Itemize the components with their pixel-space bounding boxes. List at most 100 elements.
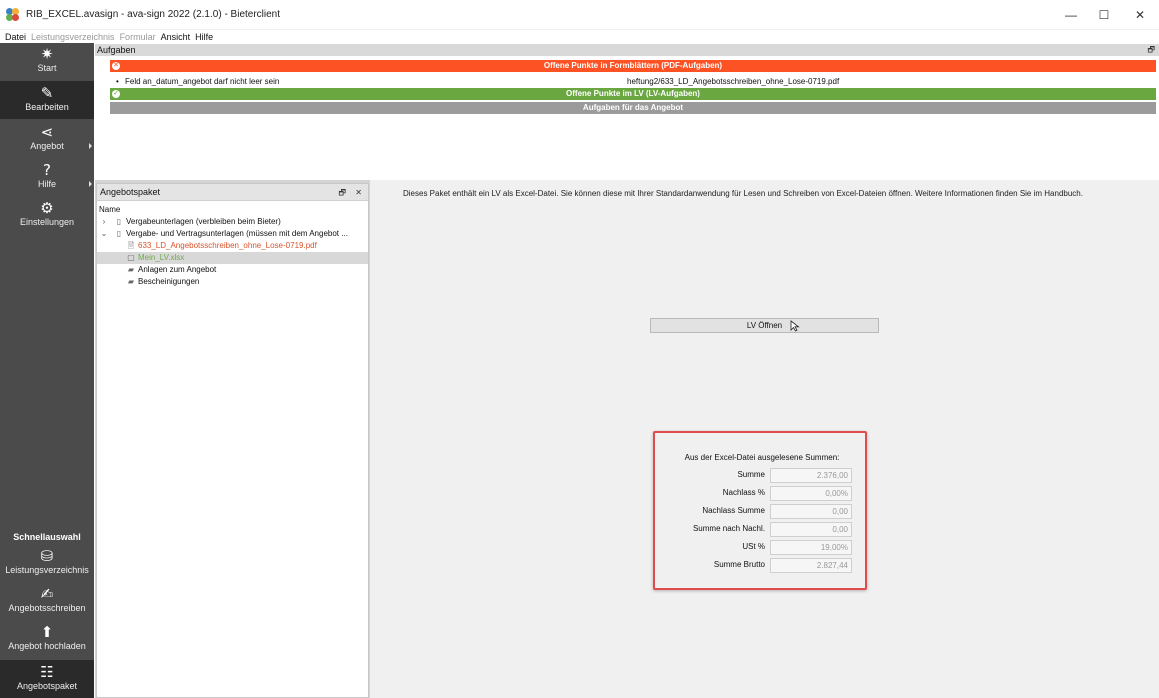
- nav-bearbeiten[interactable]: ✎ Bearbeiten: [0, 81, 94, 119]
- offer-tasks-label: Aufgaben für das Angebot: [582, 103, 684, 112]
- info-text: Dieses Paket enthält ein LV als Excel-Da…: [403, 189, 1083, 198]
- sum-value-field: 2.376,00: [770, 468, 852, 483]
- sum-label: Summe Brutto: [713, 560, 765, 569]
- help-icon: ?: [43, 161, 51, 179]
- task-file: heftung2/633_LD_Angebotsschreiben_ohne_L…: [627, 77, 840, 86]
- nav-label: Angebot: [30, 141, 64, 151]
- tree-icon: ☷: [40, 663, 54, 681]
- nav-angebot[interactable]: ⋖ Angebot: [0, 123, 94, 159]
- tree-node-anlagen[interactable]: ▰ Anlagen zum Angebot: [97, 264, 368, 276]
- upload-icon: ⬆: [40, 623, 54, 641]
- main-content: Dieses Paket enthält ein LV als Excel-Da…: [370, 180, 1159, 698]
- undock-icon[interactable]: 🗗: [338, 184, 346, 201]
- document-folder-icon: ▯: [116, 229, 122, 238]
- mouse-cursor-icon: [790, 320, 800, 332]
- quick-leistungsverzeichnis[interactable]: ⛁ Leistungsverzeichnis: [0, 547, 94, 583]
- menu-datei[interactable]: Datei: [5, 32, 26, 42]
- aufgaben-header: Aufgaben 🗗: [95, 44, 1159, 56]
- menu-leistungsverzeichnis[interactable]: Leistungsverzeichnis: [31, 32, 115, 42]
- close-button[interactable]: ✕: [1121, 0, 1159, 30]
- sums-title: Aus der Excel-Datei ausgelesene Summen:: [684, 453, 840, 462]
- offer-tasks-bar[interactable]: Aufgaben für das Angebot: [110, 102, 1156, 114]
- share-icon: ⋖: [40, 123, 54, 141]
- package-tree: Name › ▯ Vergabeunterlagen (verbleiben be…: [97, 201, 368, 288]
- tree-node-vergabeunterlagen[interactable]: › ▯ Vergabeunterlagen (verbleiben beim Bi…: [97, 216, 368, 228]
- sum-row-nachlass-summe: Nachlass Summe 0,00: [655, 504, 869, 519]
- nav-label: Einstellungen: [19, 217, 75, 227]
- nav-einstellungen[interactable]: ⚙ Einstellungen: [0, 199, 94, 235]
- folder-icon: ▰: [127, 277, 135, 286]
- lv-tasks-bar[interactable]: ✓ Offene Punkte im LV (LV-Aufgaben): [110, 88, 1156, 100]
- sum-value-field: 2.827,44: [770, 558, 852, 573]
- folder-icon: ▰: [127, 265, 135, 274]
- check-icon: ✓: [112, 90, 120, 98]
- nav-start[interactable]: ✷ Start: [0, 45, 94, 81]
- tree-node-label: Vergabeunterlagen (verbleiben beim Biete…: [126, 217, 281, 226]
- undock-icon[interactable]: 🗗: [1147, 44, 1155, 56]
- angebotspaket-panel: Angebotspaket 🗗 ✕ Name › ▯ Vergabeunterla…: [96, 183, 369, 698]
- error-icon: ✕: [112, 62, 120, 70]
- coins-icon: ⛁: [40, 547, 54, 565]
- sum-row-summe-brutto: Summe Brutto 2.827,44: [655, 558, 869, 573]
- lv-open-button[interactable]: LV Öffnen: [650, 318, 879, 333]
- chevron-down-icon[interactable]: ⌄: [99, 228, 109, 240]
- tree-node-label: Bescheinigungen: [138, 277, 200, 286]
- nav-label: Hilfe: [37, 179, 56, 189]
- chevron-right-icon[interactable]: ›: [99, 216, 109, 228]
- sum-label: Summe: [737, 470, 765, 479]
- quick-angebotspaket[interactable]: ☷ Angebotspaket: [0, 660, 94, 698]
- task-row[interactable]: • Feld an_datum_angebot darf nicht leer …: [110, 76, 1156, 88]
- window-title: RIB_EXCEL.avasign - ava-sign 2022 (2.1.0…: [26, 9, 281, 20]
- nav-label: Start: [37, 63, 57, 73]
- edit-document-icon: ✍: [40, 585, 54, 603]
- column-header: Name: [99, 205, 121, 214]
- file-icon: ▢: [127, 253, 135, 262]
- sum-row-summe-nach-nachlass: Summe nach Nachl. 0,00: [655, 522, 869, 537]
- sum-row-summe: Summe 2.376,00: [655, 468, 869, 483]
- sum-value-field: 0,00: [770, 504, 852, 519]
- nav-label: Bearbeiten: [25, 102, 69, 112]
- pdf-tasks-bar[interactable]: ✕ Offene Punkte in Formblättern (PDF-Auf…: [110, 60, 1156, 72]
- tree-node-label: Anlagen zum Angebot: [138, 265, 217, 274]
- quick-access-title: Schnellauswahl: [13, 532, 81, 542]
- sum-label: USt %: [742, 542, 765, 551]
- angebotspaket-title: Angebotspaket: [100, 187, 161, 197]
- tree-node-bescheinigungen[interactable]: ▰ Bescheinigungen: [97, 276, 368, 288]
- menu-hilfe[interactable]: Hilfe: [195, 32, 213, 42]
- nav-hilfe[interactable]: ? Hilfe: [0, 161, 94, 197]
- sum-row-ust: USt % 19,00%: [655, 540, 869, 555]
- pdf-file-icon: 🗎: [127, 241, 135, 250]
- pencil-icon: ✎: [40, 84, 54, 102]
- submenu-arrow-icon: [89, 143, 92, 149]
- quick-angebot-hochladen[interactable]: ⬆ Angebot hochladen: [0, 623, 94, 659]
- tree-node-pdf[interactable]: 🗎 633_LD_Angebotsschreiben_ohne_Lose-0719…: [97, 240, 368, 252]
- quick-angebotsschreiben[interactable]: ✍ Angebotsschreiben: [0, 585, 94, 621]
- tree-node-label: Vergabe- und Vertragsunterlagen (müssen …: [126, 229, 348, 238]
- aufgaben-panel: ✕ Offene Punkte in Formblättern (PDF-Auf…: [95, 56, 1159, 180]
- document-folder-icon: ▯: [116, 217, 122, 226]
- sum-value-field: 0,00: [770, 522, 852, 537]
- sum-value-field: 0,00%: [770, 486, 852, 501]
- angebotspaket-header: Angebotspaket 🗗 ✕: [97, 184, 368, 201]
- nav-label: Angebotspaket: [16, 681, 78, 691]
- menu-ansicht[interactable]: Ansicht: [161, 32, 191, 42]
- bullet-icon: •: [116, 77, 119, 86]
- menu-formular[interactable]: Formular: [120, 32, 156, 42]
- tree-node-xlsx[interactable]: ▢ Mein_LV.xlsx: [97, 252, 368, 264]
- app-icon: [6, 7, 20, 22]
- start-icon: ✷: [40, 45, 54, 63]
- lv-tasks-label: Offene Punkte im LV (LV-Aufgaben): [566, 89, 700, 98]
- tree-node-label: Mein_LV.xlsx: [138, 253, 185, 262]
- tree-node-label: 633_LD_Angebotsschreiben_ohne_Lose-0719.…: [138, 241, 317, 250]
- sum-label: Nachlass Summe: [702, 506, 765, 515]
- task-text: Feld an_datum_angebot darf nicht leer se…: [125, 77, 280, 86]
- sum-label: Nachlass %: [722, 488, 765, 497]
- maximize-button[interactable]: ☐: [1085, 0, 1123, 30]
- sum-row-nachlass-prozent: Nachlass % 0,00%: [655, 486, 869, 501]
- sums-box: Aus der Excel-Datei ausgelesene Summen: …: [653, 431, 867, 590]
- sum-label: Summe nach Nachl.: [692, 524, 765, 533]
- tree-node-vertragsunterlagen[interactable]: ⌄ ▯ Vergabe- und Vertragsunterlagen (müss…: [97, 228, 368, 240]
- sidebar: ✷ Start ✎ Bearbeiten ⋖ Angebot ? Hilfe ⚙…: [0, 43, 94, 698]
- close-icon[interactable]: ✕: [355, 184, 362, 201]
- title-bar: RIB_EXCEL.avasign - ava-sign 2022 (2.1.0…: [0, 0, 1159, 30]
